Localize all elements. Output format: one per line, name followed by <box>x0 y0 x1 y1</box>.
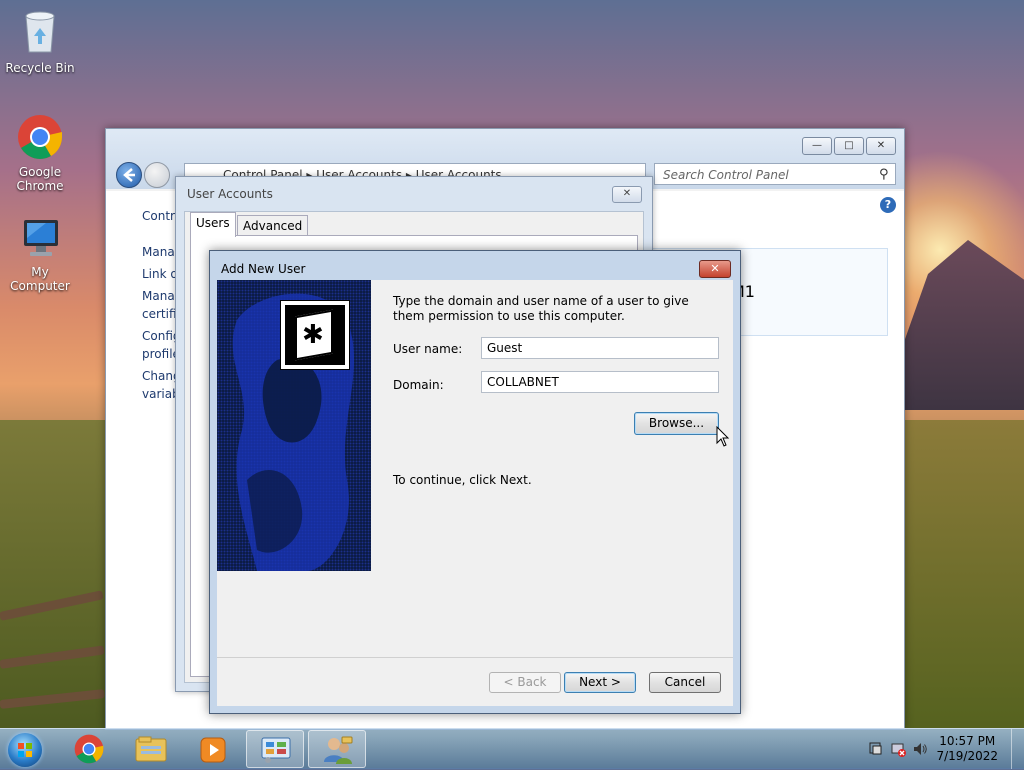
clock-date: 7/19/2022 <box>936 749 998 763</box>
user-accounts-icon <box>324 736 353 764</box>
back-arrow-icon <box>123 168 135 182</box>
forward-button[interactable] <box>144 162 170 188</box>
clock[interactable]: 10:57 PM 7/19/2022 <box>936 734 998 764</box>
security-key-icon: ✱ <box>280 300 350 370</box>
close-button[interactable]: ✕ <box>699 260 731 278</box>
domain-field[interactable]: COLLABNET <box>481 371 719 393</box>
add-new-user-dialog: Add New User ✕ ✱ Type the domain and use… <box>209 250 741 714</box>
separator <box>217 657 733 658</box>
tab-users[interactable]: Users <box>190 212 236 237</box>
wallpaper-field-left <box>0 420 110 730</box>
computer-icon <box>0 216 80 263</box>
desktop-icon-label: Recycle Bin <box>5 61 75 75</box>
network-icon[interactable] <box>890 741 906 760</box>
dialog-title: User Accounts <box>187 187 273 201</box>
browse-button[interactable]: Browse... <box>634 412 719 435</box>
dialog-title: Add New User <box>221 262 306 276</box>
tab-advanced[interactable]: Advanced <box>237 215 309 236</box>
search-input[interactable]: Search Control Panel <box>654 163 896 185</box>
cancel-button[interactable]: Cancel <box>649 672 721 693</box>
taskbar-user-accounts[interactable] <box>308 730 366 768</box>
wizard-banner-image: ✱ <box>217 280 371 571</box>
window-controls: — □ ✕ <box>802 137 896 155</box>
action-center-icon[interactable] <box>868 741 884 760</box>
minimize-button[interactable]: — <box>802 137 832 155</box>
taskbar: 10:57 PM 7/19/2022 <box>0 728 1024 769</box>
desktop-icon-label: Google Chrome <box>16 165 64 193</box>
username-field[interactable]: Guest <box>481 337 719 359</box>
next-button[interactable]: Next > <box>564 672 636 693</box>
taskbar-explorer[interactable] <box>122 730 180 768</box>
back-button[interactable]: < Back <box>489 672 561 693</box>
start-button[interactable] <box>0 730 58 768</box>
wallpaper-field-right <box>900 420 1024 730</box>
desktop-icon-recycle-bin[interactable]: Recycle Bin <box>0 6 80 75</box>
chrome-icon <box>74 734 104 764</box>
control-panel-icon <box>261 737 291 763</box>
desktop-icon-google-chrome[interactable]: Google Chrome <box>0 114 80 193</box>
desktop-icon-label: My Computer <box>10 265 70 293</box>
recycle-bin-icon <box>0 6 80 59</box>
dialog-content: ✱ Type the domain and user name of a use… <box>217 280 733 706</box>
search-icon[interactable]: ⚲ <box>879 167 889 182</box>
back-button[interactable] <box>116 162 142 188</box>
close-button[interactable]: ✕ <box>612 186 642 203</box>
taskbar-control-panel[interactable] <box>246 730 304 768</box>
explorer-icon <box>135 736 167 762</box>
continue-text: To continue, click Next. <box>393 473 532 487</box>
show-desktop-button[interactable] <box>1011 729 1024 769</box>
clock-time: 10:57 PM <box>939 734 996 748</box>
taskbar-chrome[interactable] <box>60 730 118 768</box>
help-icon[interactable]: ? <box>880 197 896 213</box>
chrome-icon <box>0 114 80 163</box>
start-orb-icon <box>8 733 42 767</box>
volume-icon[interactable] <box>912 741 928 760</box>
username-label: User name: <box>393 342 463 356</box>
media-player-icon <box>200 737 226 763</box>
taskbar-media-player[interactable] <box>184 730 242 768</box>
close-button[interactable]: ✕ <box>866 137 896 155</box>
desktop-icon-my-computer[interactable]: My Computer <box>0 216 80 293</box>
mouse-cursor-icon <box>716 425 730 451</box>
maximize-button[interactable]: □ <box>834 137 864 155</box>
domain-label: Domain: <box>393 378 444 392</box>
instructions-text: Type the domain and user name of a user … <box>393 294 689 323</box>
